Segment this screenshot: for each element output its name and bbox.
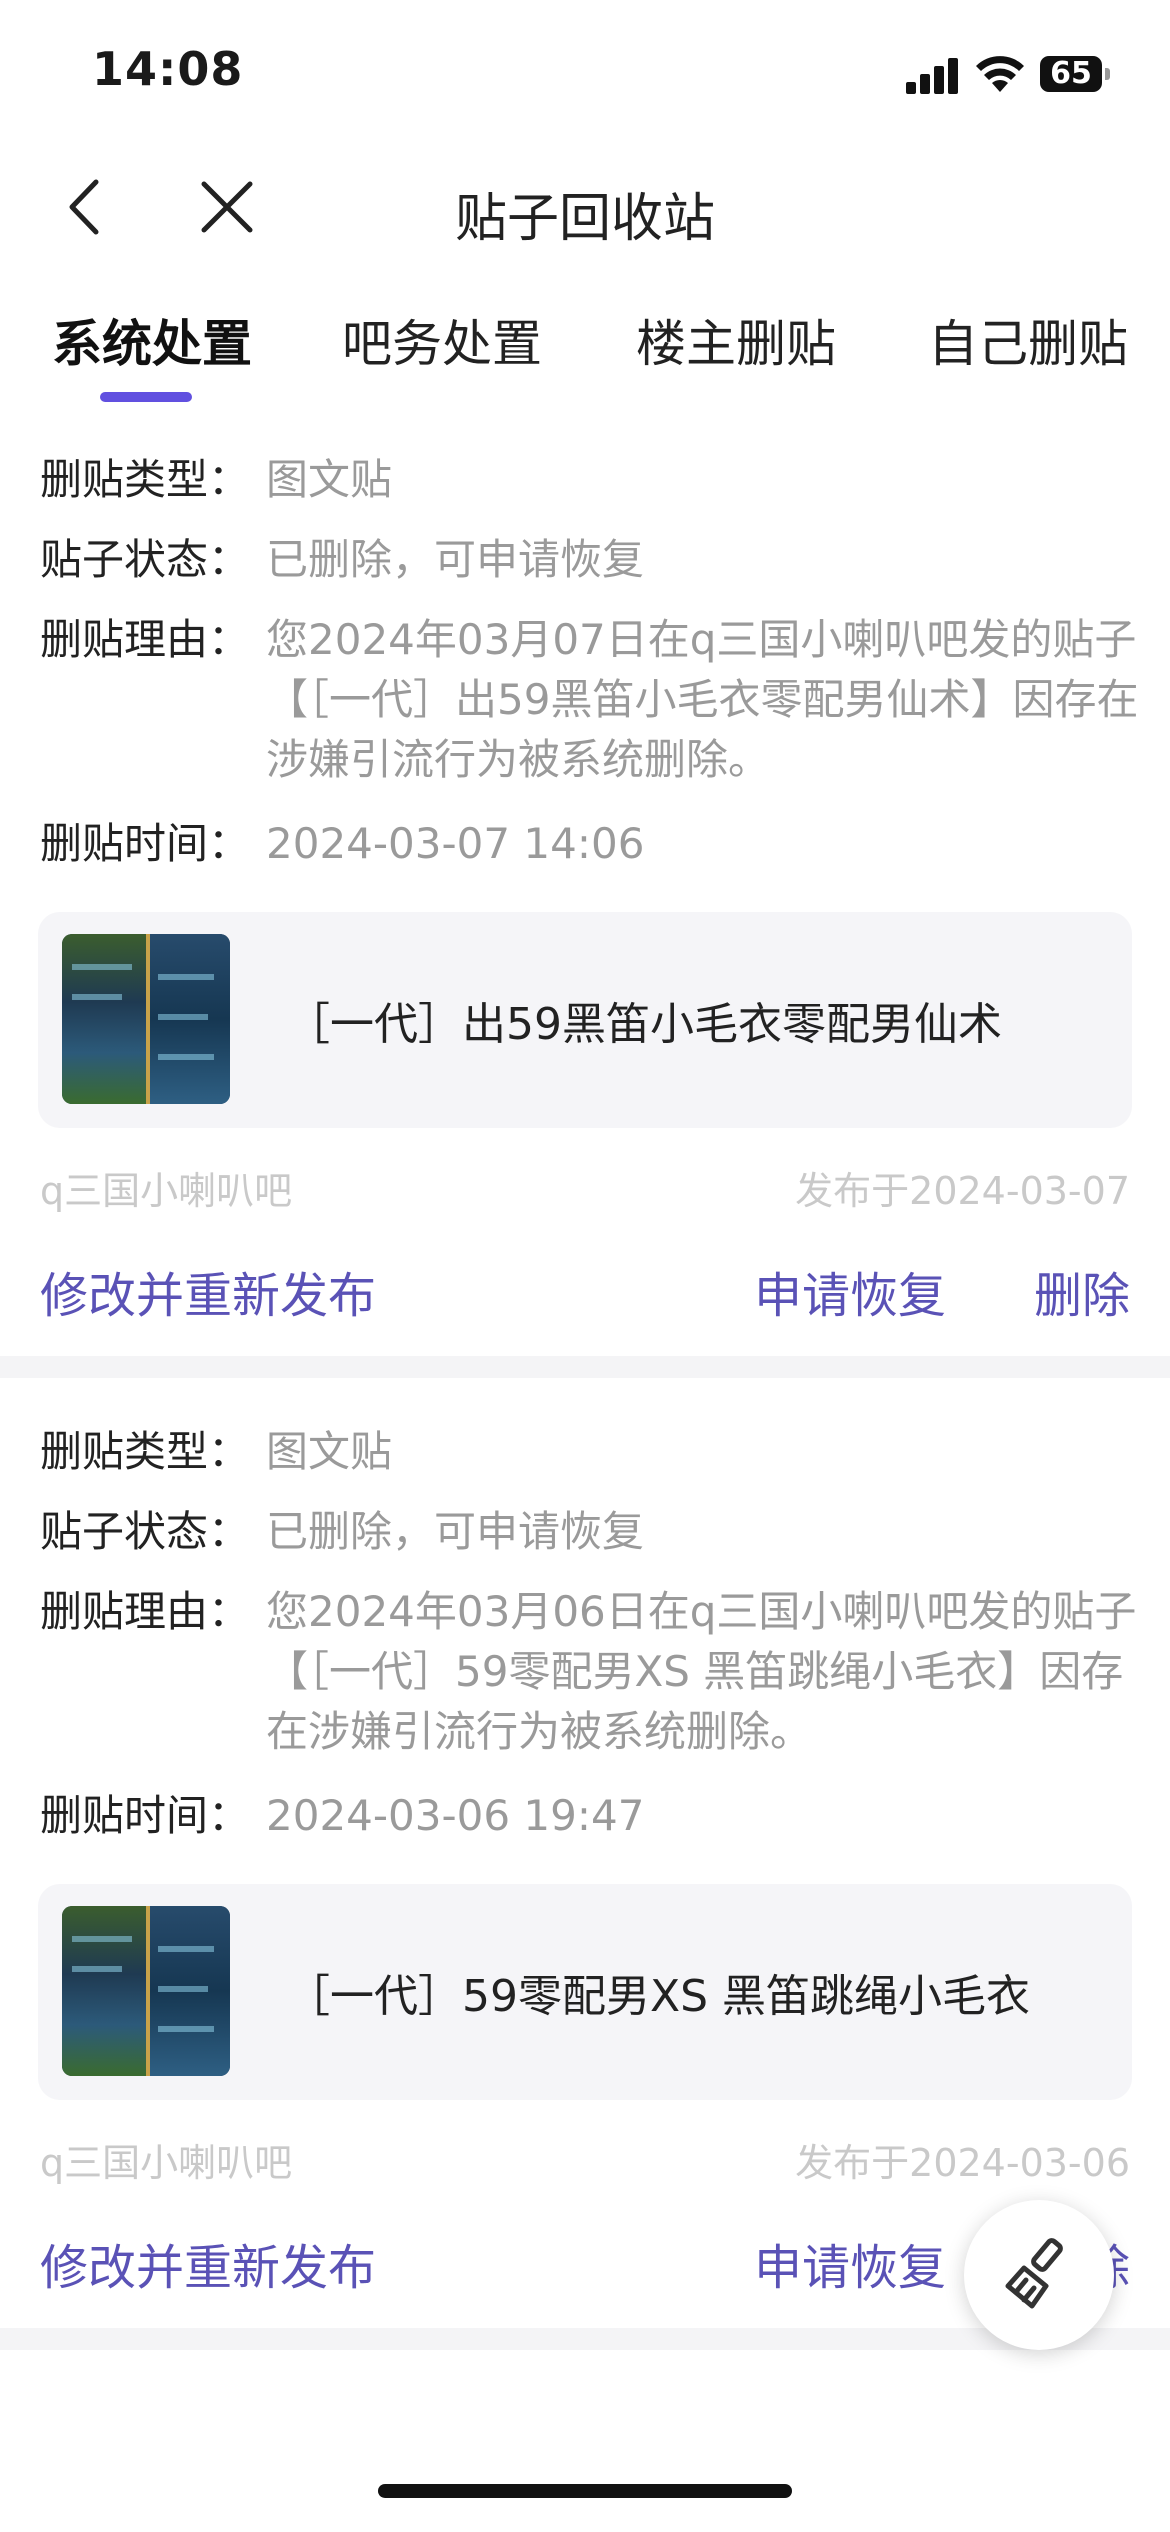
deleted-post-card: 删贴类型： 图文贴 贴子状态： 已删除，可申请恢复 删贴理由： 您2024年03…: [0, 1422, 1170, 2322]
screen: 14:08 65 贴子回收站 系统处置 吧务处置 楼主删贴 自己删贴 删贴类型：…: [0, 0, 1170, 2532]
reason-label: 删贴理由：: [40, 1587, 251, 1636]
type-value: 图文贴: [266, 455, 393, 504]
status-value: 已删除，可申请恢复: [266, 1507, 645, 1556]
time-value: 2024-03-07 14:06: [266, 819, 645, 868]
status-label: 贴子状态：: [40, 535, 251, 584]
nav-bar: 贴子回收站: [0, 150, 1170, 270]
status-time: 14:08: [92, 42, 244, 96]
post-title: ［一代］59零配男XS 黑笛跳绳小毛衣: [286, 1971, 1031, 2022]
delete-button[interactable]: 删除: [1034, 1256, 1130, 1326]
restore-button[interactable]: 申请恢复: [754, 1256, 946, 1326]
time-value: 2024-03-06 19:47: [266, 1791, 645, 1840]
status-value: 已删除，可申请恢复: [266, 535, 645, 584]
tab-bar: 系统处置 吧务处置 楼主删贴 自己删贴: [0, 290, 1170, 410]
tab-self-deleted[interactable]: 自己删贴: [928, 304, 1128, 376]
broom-icon: [1005, 2238, 1063, 2309]
reason-label: 删贴理由：: [40, 615, 251, 664]
tab-system[interactable]: 系统处置: [52, 304, 252, 376]
restore-button[interactable]: 申请恢复: [754, 2228, 946, 2298]
edit-repost-button[interactable]: 修改并重新发布: [40, 2228, 376, 2298]
reason-value: 您2024年03月07日在q三国小喇叭吧发的贴子【［一代］出59黑笛小毛衣零配男…: [266, 615, 1139, 784]
tab-indicator: [100, 392, 192, 402]
type-label: 删贴类型：: [40, 455, 251, 504]
signal-icon: [906, 58, 960, 94]
battery-icon: 65: [1040, 56, 1110, 92]
home-indicator: [378, 2484, 792, 2498]
tab-admin[interactable]: 吧务处置: [342, 304, 542, 376]
status-label: 贴子状态：: [40, 1507, 251, 1556]
card-divider: [0, 1356, 1170, 1378]
tab-owner-deleted[interactable]: 楼主删贴: [636, 304, 836, 376]
post-preview[interactable]: ［一代］59零配男XS 黑笛跳绳小毛衣: [38, 1884, 1132, 2100]
post-preview[interactable]: ［一代］出59黑笛小毛衣零配男仙术: [38, 912, 1132, 1128]
time-label: 删贴时间：: [40, 1791, 251, 1840]
wifi-icon: [976, 56, 1024, 92]
post-title: ［一代］出59黑笛小毛衣零配男仙术: [286, 999, 1002, 1050]
post-thumbnail: [62, 1906, 230, 2076]
reason-value: 您2024年03月06日在q三国小喇叭吧发的贴子【［一代］59零配男XS 黑笛跳…: [266, 1587, 1137, 1756]
forum-name[interactable]: q三国小喇叭吧: [40, 2132, 292, 2187]
type-label: 删贴类型：: [40, 1427, 251, 1476]
page-title: 贴子回收站: [454, 189, 715, 249]
type-value: 图文贴: [266, 1427, 393, 1476]
publish-date: 发布于2024-03-07: [795, 1169, 1130, 1213]
deleted-post-card: 删贴类型： 图文贴 贴子状态： 已删除，可申请恢复 删贴理由： 您2024年03…: [0, 450, 1170, 1350]
status-bar: 14:08 65: [0, 0, 1170, 150]
time-label: 删贴时间：: [40, 819, 251, 868]
forum-name[interactable]: q三国小喇叭吧: [40, 1160, 292, 1215]
cleanup-fab[interactable]: [964, 2200, 1114, 2350]
post-thumbnail: [62, 934, 230, 1104]
publish-date: 发布于2024-03-06: [795, 2141, 1130, 2185]
edit-repost-button[interactable]: 修改并重新发布: [40, 1256, 376, 1326]
